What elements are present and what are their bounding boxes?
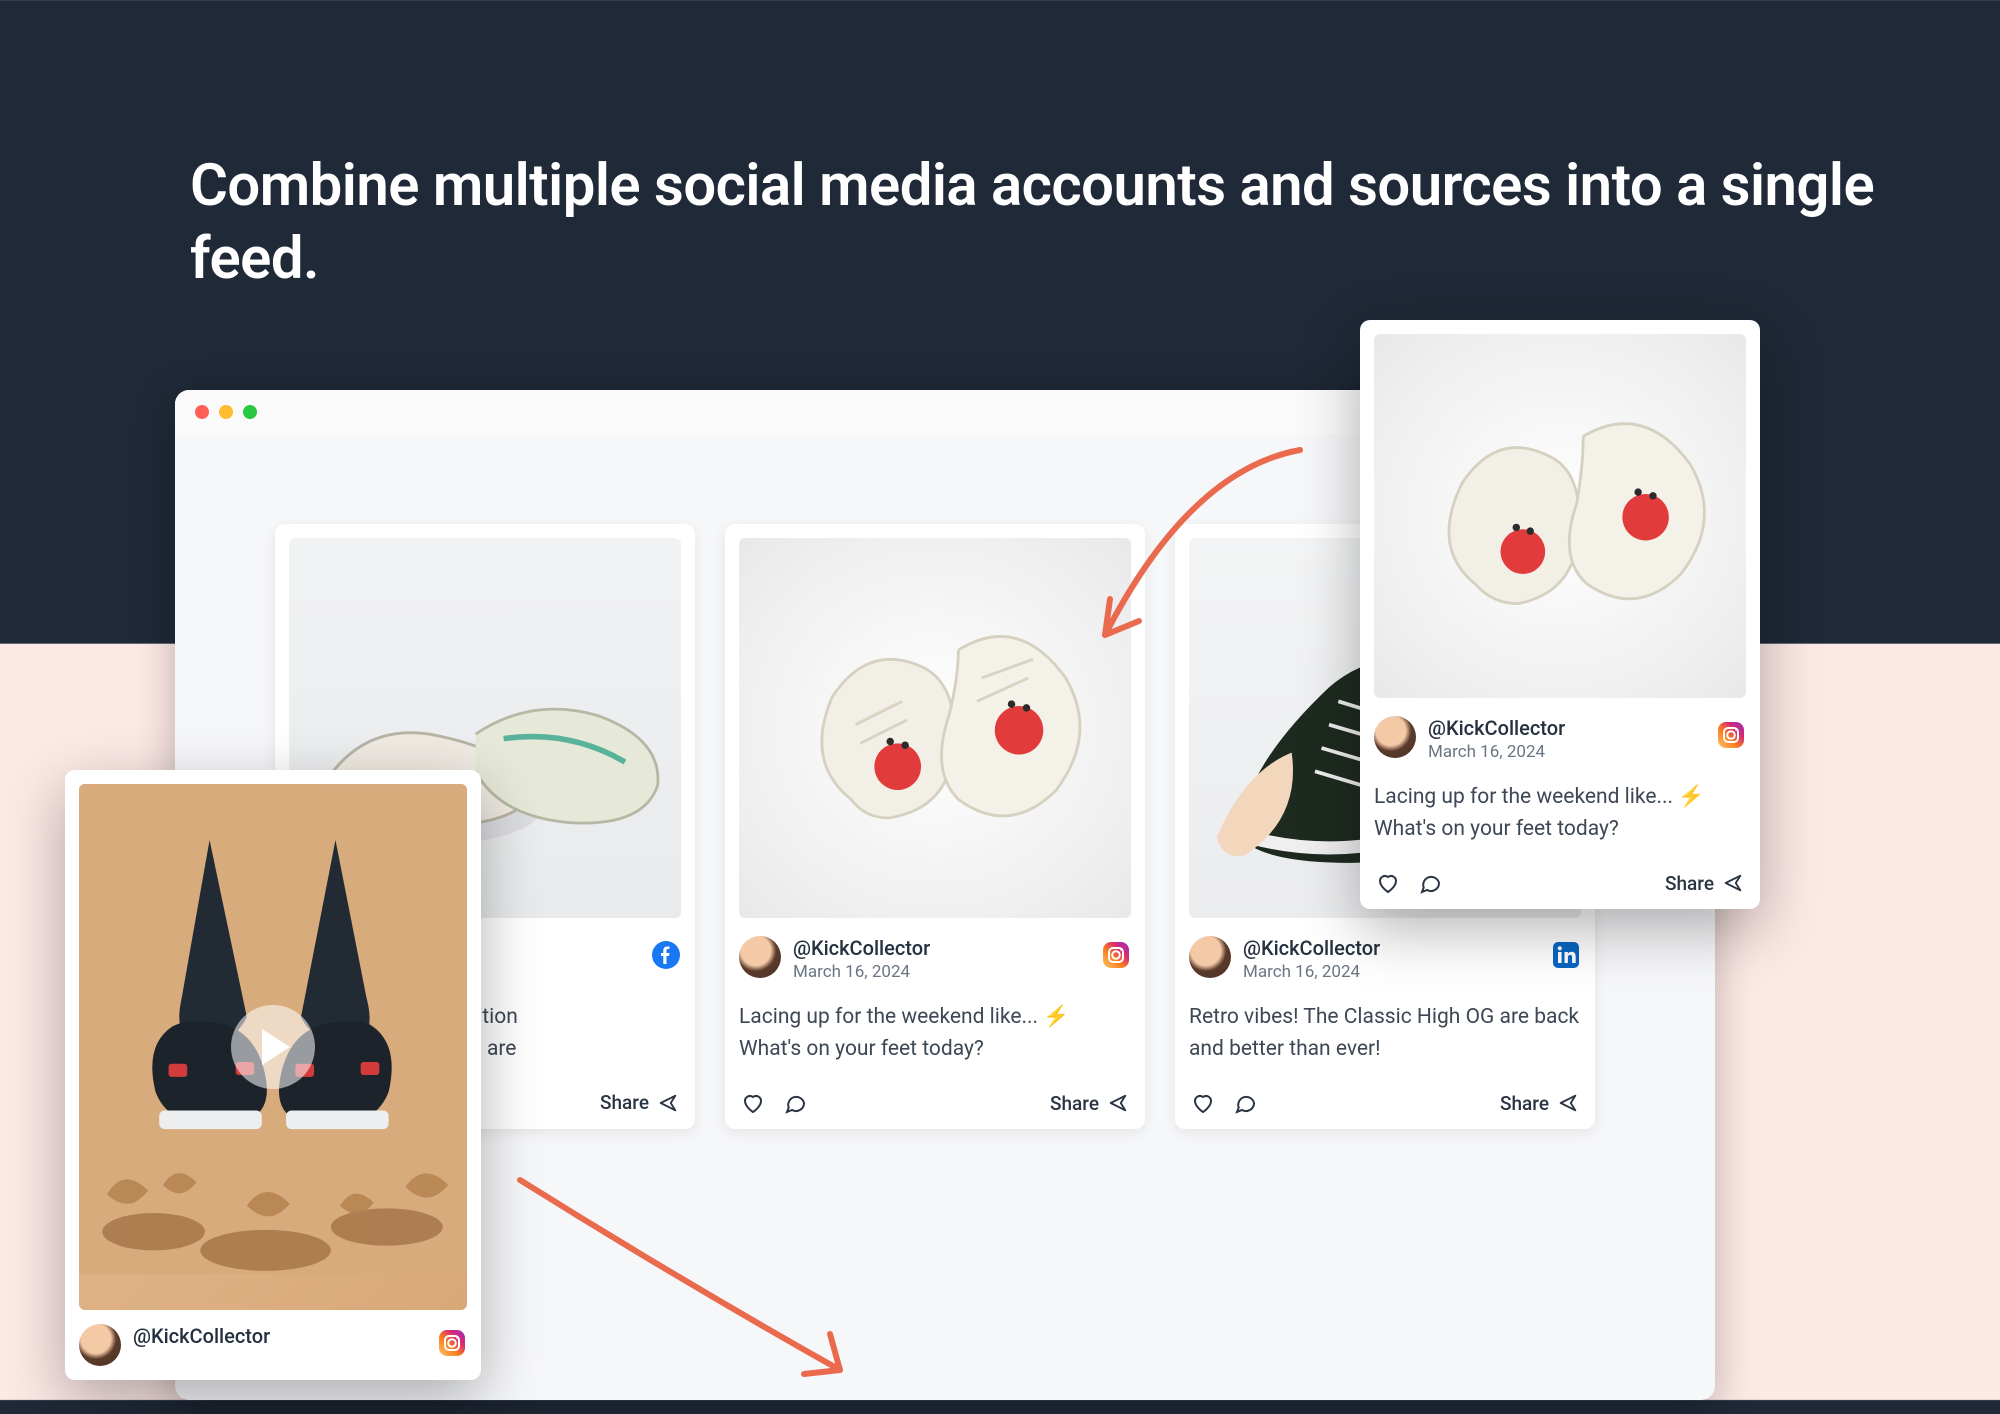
window-minimize-dot[interactable] — [219, 405, 233, 419]
post-footer: Share — [739, 1091, 1131, 1115]
post-date: March 16, 2024 — [1428, 742, 1565, 762]
post-date: March 16, 2024 — [1243, 962, 1380, 982]
instagram-icon — [437, 1328, 467, 1358]
share-arrow-icon — [657, 1092, 679, 1114]
floating-card-right: @KickCollector March 16, 2024 Lacing up … — [1360, 320, 1760, 909]
post-header: @KickCollector March 16, 2024 — [739, 936, 1131, 982]
username[interactable]: @KickCollector — [1243, 936, 1380, 960]
share-button[interactable]: Share — [1665, 872, 1744, 895]
hero-headline: Combine multiple social media accounts a… — [190, 150, 2000, 295]
sneaker-illustration — [739, 538, 1131, 893]
post-header: @KickCollector March 16, 2024 — [1374, 716, 1746, 762]
floating-card-left: @KickCollector — [65, 770, 481, 1380]
post-caption: Retro vibes! The Classic High OG are bac… — [1189, 1002, 1581, 1065]
post-footer: Share — [1189, 1091, 1581, 1115]
feed-card: @KickCollector March 16, 2024 Lacing up … — [725, 524, 1145, 1129]
username[interactable]: @KickCollector — [133, 1324, 270, 1348]
post-date: March 16, 2024 — [793, 962, 930, 982]
facebook-icon — [651, 940, 681, 970]
window-maximize-dot[interactable] — [243, 405, 257, 419]
share-button[interactable]: Share — [1050, 1092, 1129, 1115]
play-icon[interactable] — [231, 1005, 315, 1089]
heart-icon[interactable] — [1376, 871, 1400, 895]
avatar[interactable] — [1189, 936, 1231, 978]
comment-icon[interactable] — [1418, 871, 1442, 895]
share-arrow-icon — [1722, 872, 1744, 894]
heart-icon[interactable] — [741, 1091, 765, 1115]
avatar[interactable] — [1374, 716, 1416, 758]
comment-icon[interactable] — [783, 1091, 807, 1115]
post-header: @KickCollector — [79, 1324, 467, 1366]
instagram-icon — [1101, 940, 1131, 970]
post-image[interactable] — [739, 538, 1131, 918]
username[interactable]: @KickCollector — [793, 936, 930, 960]
post-footer: Share — [1374, 871, 1746, 895]
avatar[interactable] — [79, 1324, 121, 1366]
post-header: @KickCollector March 16, 2024 — [1189, 936, 1581, 982]
post-video-thumb[interactable] — [79, 784, 467, 1310]
instagram-icon — [1716, 720, 1746, 750]
post-caption: Lacing up for the weekend like... ⚡ What… — [1374, 782, 1746, 845]
post-image[interactable] — [1374, 334, 1746, 698]
post-caption: Lacing up for the weekend like... ⚡ What… — [739, 1002, 1131, 1065]
share-button[interactable]: Share — [1500, 1092, 1579, 1115]
username[interactable]: @KickCollector — [1428, 716, 1565, 740]
share-arrow-icon — [1557, 1092, 1579, 1114]
comment-icon[interactable] — [1233, 1091, 1257, 1115]
share-arrow-icon — [1107, 1092, 1129, 1114]
sneaker-illustration — [1374, 334, 1746, 673]
window-close-dot[interactable] — [195, 405, 209, 419]
linkedin-icon — [1551, 940, 1581, 970]
heart-icon[interactable] — [1191, 1091, 1215, 1115]
share-button[interactable]: Share — [600, 1091, 679, 1114]
avatar[interactable] — [739, 936, 781, 978]
